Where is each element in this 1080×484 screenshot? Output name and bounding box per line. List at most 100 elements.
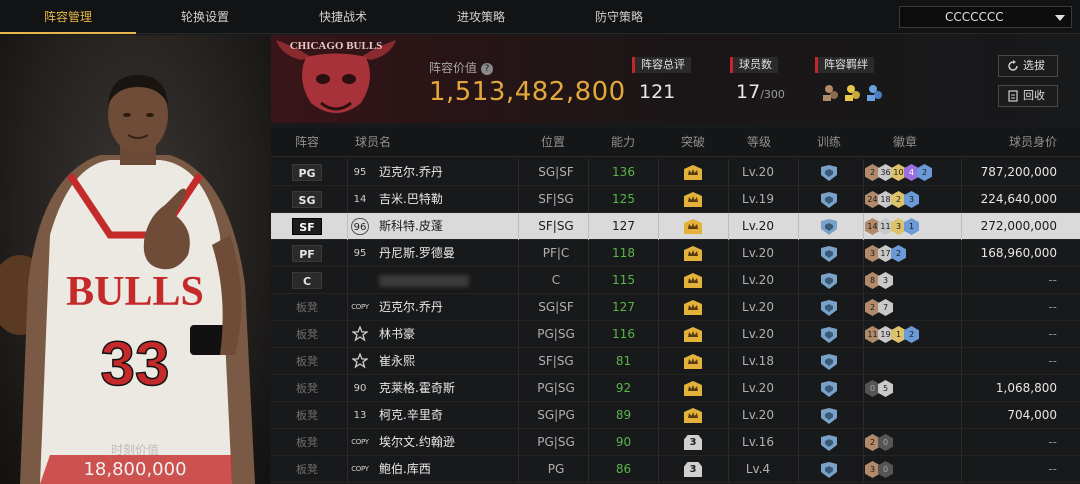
column-divider xyxy=(518,186,519,213)
table-row[interactable]: C C 115 Lv.20 8 3 -- xyxy=(271,267,1080,294)
badge-icon: 0 xyxy=(865,380,880,397)
breakthrough-crown-icon[interactable] xyxy=(684,408,702,423)
training-shield-icon[interactable] xyxy=(819,246,839,262)
training-shield-icon[interactable] xyxy=(819,327,839,343)
player-name[interactable]: 埃尔文.约翰逊 xyxy=(379,429,455,456)
select-button[interactable]: 选拔 xyxy=(998,55,1058,77)
tab-rotation[interactable]: 轮换设置 xyxy=(136,0,274,34)
jersey-number: 13 xyxy=(353,410,367,421)
training-shield-icon[interactable] xyxy=(819,354,839,370)
table-row[interactable]: 板凳 COPY 埃尔文.约翰逊 PG|SG 90 3 Lv.16 2 0 -- xyxy=(271,429,1080,456)
player-level: Lv.20 xyxy=(742,327,774,341)
training-shield-icon[interactable] xyxy=(819,462,839,478)
player-value: -- xyxy=(1048,300,1057,314)
recycle-icon xyxy=(1008,90,1018,102)
player-name[interactable]: 鲍伯.库西 xyxy=(379,456,431,483)
training-shield-icon[interactable] xyxy=(819,219,839,235)
table-row[interactable]: SG 14 吉米.巴特勒 SF|SG 125 Lv.19 24 18 2 3 224,640,000 xyxy=(271,186,1080,213)
tab-quick-tactics[interactable]: 快捷战术 xyxy=(274,0,412,34)
column-divider xyxy=(728,159,729,186)
bond-icons[interactable] xyxy=(821,82,891,102)
player-value: 224,640,000 xyxy=(980,192,1057,206)
player-level: Lv.20 xyxy=(742,300,774,314)
column-divider xyxy=(798,267,799,294)
training-shield-icon[interactable] xyxy=(819,192,839,208)
players-count-max: /300 xyxy=(760,88,785,101)
column-divider xyxy=(863,321,864,348)
player-value: 787,200,000 xyxy=(980,165,1057,179)
player-position: SF|SG xyxy=(538,354,574,368)
player-portrait: BULLS 33 xyxy=(0,75,255,484)
table-row[interactable]: 板凳 COPY 鲍伯.库西 PG 86 3 Lv.4 3 0 -- xyxy=(271,456,1080,483)
slot-bench: 板凳 xyxy=(296,382,318,395)
breakthrough-crown-icon[interactable] xyxy=(684,354,702,369)
player-ability: 81 xyxy=(615,354,632,368)
column-divider xyxy=(347,240,348,267)
breakthrough-crown-icon[interactable] xyxy=(684,165,702,180)
breakthrough-crown-icon[interactable] xyxy=(684,219,702,234)
column-divider xyxy=(728,429,729,456)
table-row[interactable]: 板凳 90 克莱格.霍奇斯 PG|SG 92 Lv.20 0 5 1,068,800 xyxy=(271,375,1080,402)
training-shield-icon[interactable] xyxy=(819,381,839,397)
player-position: PG xyxy=(547,462,565,476)
recycle-button[interactable]: 回收 xyxy=(998,85,1058,107)
chevron-down-icon xyxy=(1055,15,1065,21)
slot-badge: PG xyxy=(292,164,322,181)
breakthrough-crown-icon[interactable] xyxy=(684,192,702,207)
slot-bench: 板凳 xyxy=(296,409,318,422)
table-row[interactable]: PF 95 丹尼斯.罗德曼 PF|C 118 Lv.20 3 17 2 168,960,000 xyxy=(271,240,1080,267)
column-divider xyxy=(518,375,519,402)
player-value: 272,000,000 xyxy=(980,219,1057,233)
lineup-value-label: 阵容价值? xyxy=(429,59,494,76)
breakthrough-level[interactable]: 3 xyxy=(684,435,702,450)
star-icon xyxy=(351,352,369,370)
training-shield-icon[interactable] xyxy=(819,435,839,451)
table-row[interactable]: 板凳 COPY 迈克尔.乔丹 SG|SF 127 Lv.20 2 7 -- xyxy=(271,294,1080,321)
table-row[interactable]: 板凳 林书豪 PG|SG 116 Lv.20 11 19 1 2 -- xyxy=(271,321,1080,348)
table-row[interactable]: PG 95 迈克尔.乔丹 SG|SF 136 Lv.20 2 36 10 4 2 787,200,00… xyxy=(271,159,1080,186)
player-name[interactable]: 迈克尔.乔丹 xyxy=(379,159,443,186)
column-divider xyxy=(863,186,864,213)
col-player-value: 球员身价 xyxy=(1009,135,1058,149)
breakthrough-level[interactable]: 3 xyxy=(684,462,702,477)
player-name[interactable]: 林书豪 xyxy=(379,321,415,348)
breakthrough-crown-icon[interactable] xyxy=(684,273,702,288)
player-name[interactable]: 克莱格.霍奇斯 xyxy=(379,375,455,402)
training-shield-icon[interactable] xyxy=(819,273,839,289)
column-divider xyxy=(658,159,659,186)
breakthrough-crown-icon[interactable] xyxy=(684,327,702,342)
player-name[interactable]: 斯科特.皮蓬 xyxy=(379,213,443,240)
training-shield-icon[interactable] xyxy=(819,165,839,181)
training-shield-icon[interactable] xyxy=(819,300,839,316)
help-icon[interactable]: ? xyxy=(481,63,494,75)
player-name[interactable]: 吉米.巴特勒 xyxy=(379,186,443,213)
column-divider xyxy=(728,375,729,402)
training-shield-icon[interactable] xyxy=(819,408,839,424)
breakthrough-crown-icon[interactable] xyxy=(684,246,702,261)
table-row[interactable]: 板凳 崔永熙 SF|SG 81 Lv.18 -- xyxy=(271,348,1080,375)
column-divider xyxy=(728,186,729,213)
player-name[interactable]: 迈克尔.乔丹 xyxy=(379,294,443,321)
player-position: SG|PG xyxy=(537,408,575,422)
breakthrough-crown-icon[interactable] xyxy=(684,300,702,315)
column-divider xyxy=(347,186,348,213)
player-name[interactable]: 崔永熙 xyxy=(379,348,415,375)
player-value: -- xyxy=(1048,273,1057,287)
tab-offense[interactable]: 进攻策略 xyxy=(412,0,550,34)
players-count-value: 17 xyxy=(736,81,761,103)
team-dropdown[interactable]: CCCCCCC xyxy=(899,6,1072,28)
tab-lineup[interactable]: 阵容管理 xyxy=(0,0,136,34)
team-dropdown-value: CCCCCCC xyxy=(945,10,1004,24)
player-value: 704,000 xyxy=(1007,408,1057,422)
table-row[interactable]: 板凳 13 柯克.辛里奇 SG|PG 89 Lv.20 704,000 xyxy=(271,402,1080,429)
player-name[interactable]: 丹尼斯.罗德曼 xyxy=(379,240,455,267)
player-ability: 136 xyxy=(612,165,635,179)
col-name: 球员名 xyxy=(355,135,392,149)
breakthrough-crown-icon[interactable] xyxy=(684,381,702,396)
column-divider xyxy=(798,159,799,186)
table-row[interactable]: SF 96 斯科特.皮蓬 SF|SG 127 Lv.20 14 11 3 1 272,000,000 xyxy=(271,213,1080,240)
player-ability: 86 xyxy=(615,462,632,476)
player-name[interactable]: 柯克.辛里奇 xyxy=(379,402,443,429)
lineup-value: 1,513,482,800 xyxy=(429,77,626,107)
tab-defense[interactable]: 防守策略 xyxy=(550,0,688,34)
